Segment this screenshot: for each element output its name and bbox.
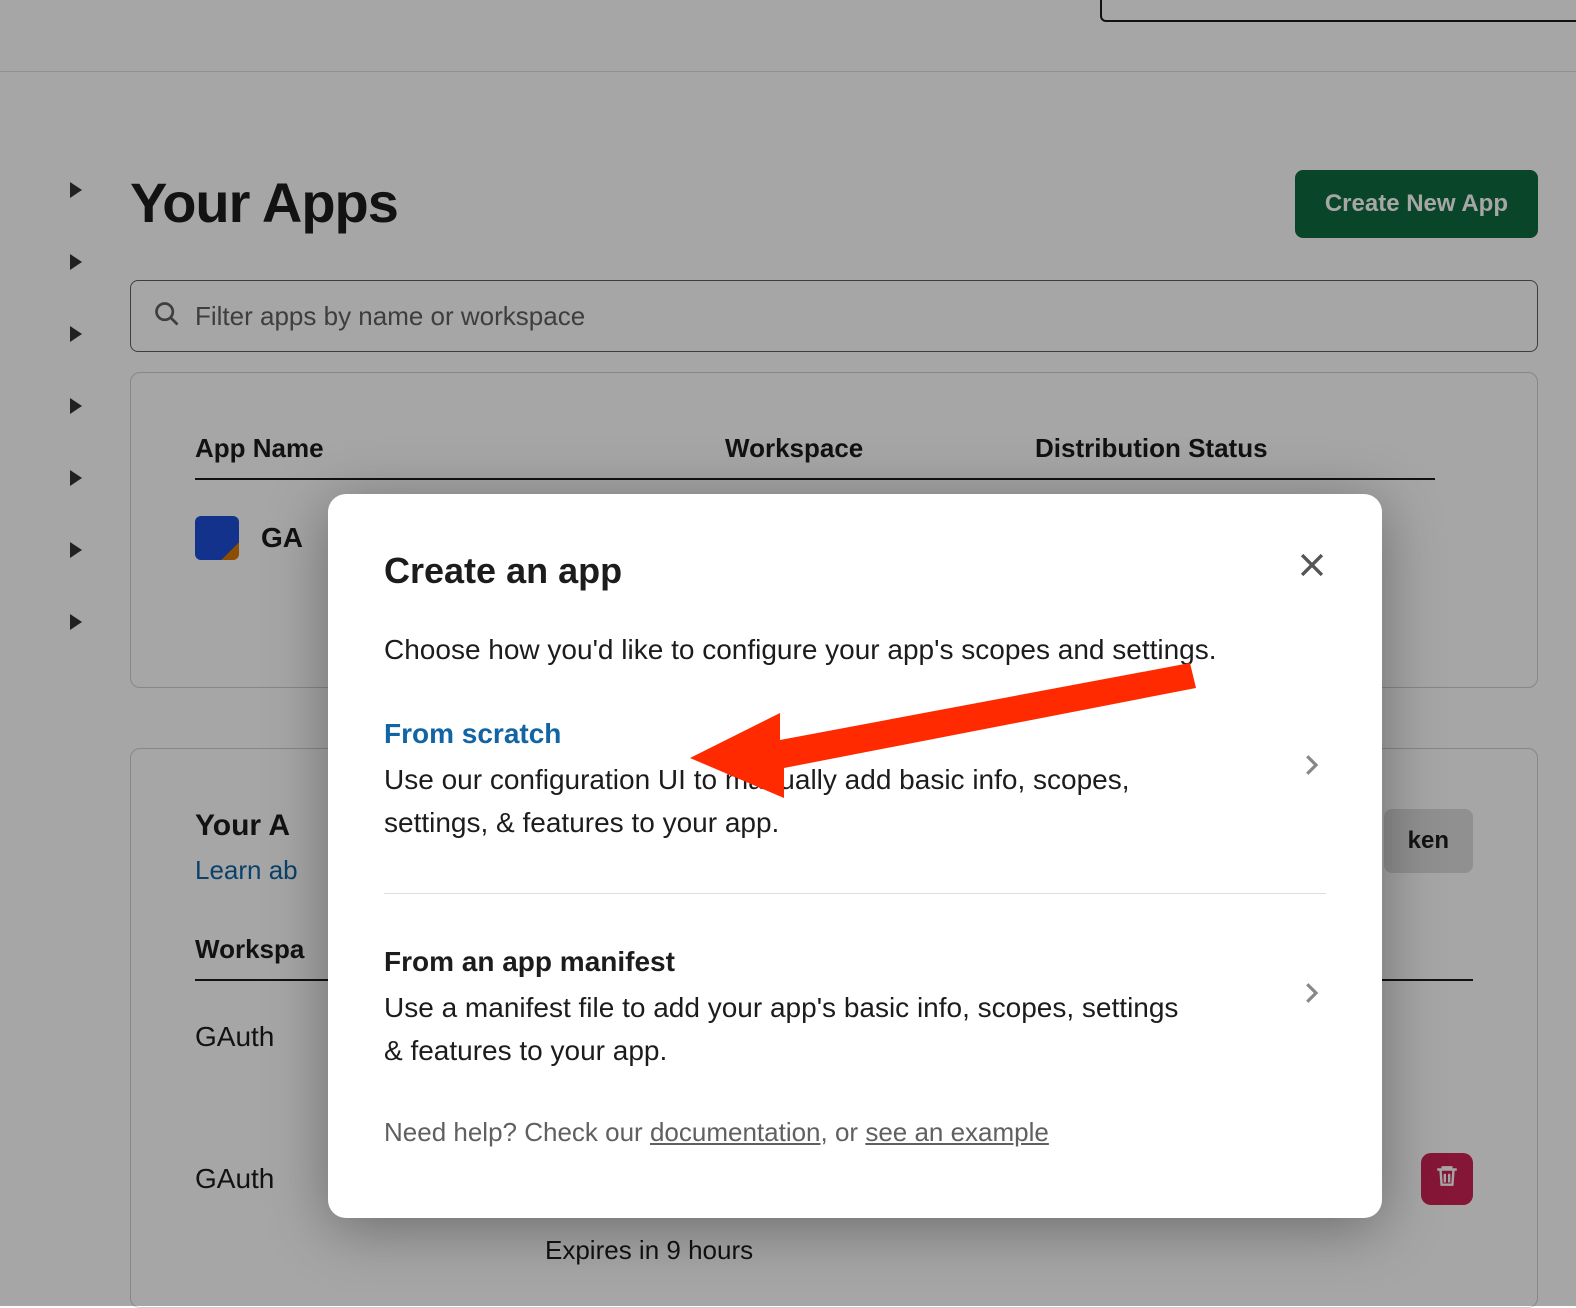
help-line: Need help? Check our documentation, or s…	[384, 1117, 1326, 1148]
documentation-link[interactable]: documentation	[650, 1117, 821, 1147]
option-title: From scratch	[384, 718, 1326, 750]
modal-subtitle: Choose how you'd like to configure your …	[384, 634, 1326, 666]
chevron-right-icon	[1296, 978, 1326, 1013]
option-from-manifest[interactable]: From an app manifest Use a manifest file…	[384, 946, 1326, 1073]
option-from-scratch[interactable]: From scratch Use our configuration UI to…	[384, 718, 1326, 845]
example-link[interactable]: see an example	[865, 1117, 1049, 1147]
option-title: From an app manifest	[384, 946, 1326, 978]
close-button[interactable]	[1290, 544, 1334, 588]
chevron-right-icon	[1296, 750, 1326, 785]
close-icon	[1295, 570, 1329, 585]
option-desc: Use a manifest file to add your app's ba…	[384, 986, 1204, 1073]
create-app-modal: Create an app Choose how you'd like to c…	[328, 494, 1382, 1218]
modal-title: Create an app	[384, 550, 1326, 592]
divider	[384, 893, 1326, 894]
option-desc: Use our configuration UI to manually add…	[384, 758, 1204, 845]
